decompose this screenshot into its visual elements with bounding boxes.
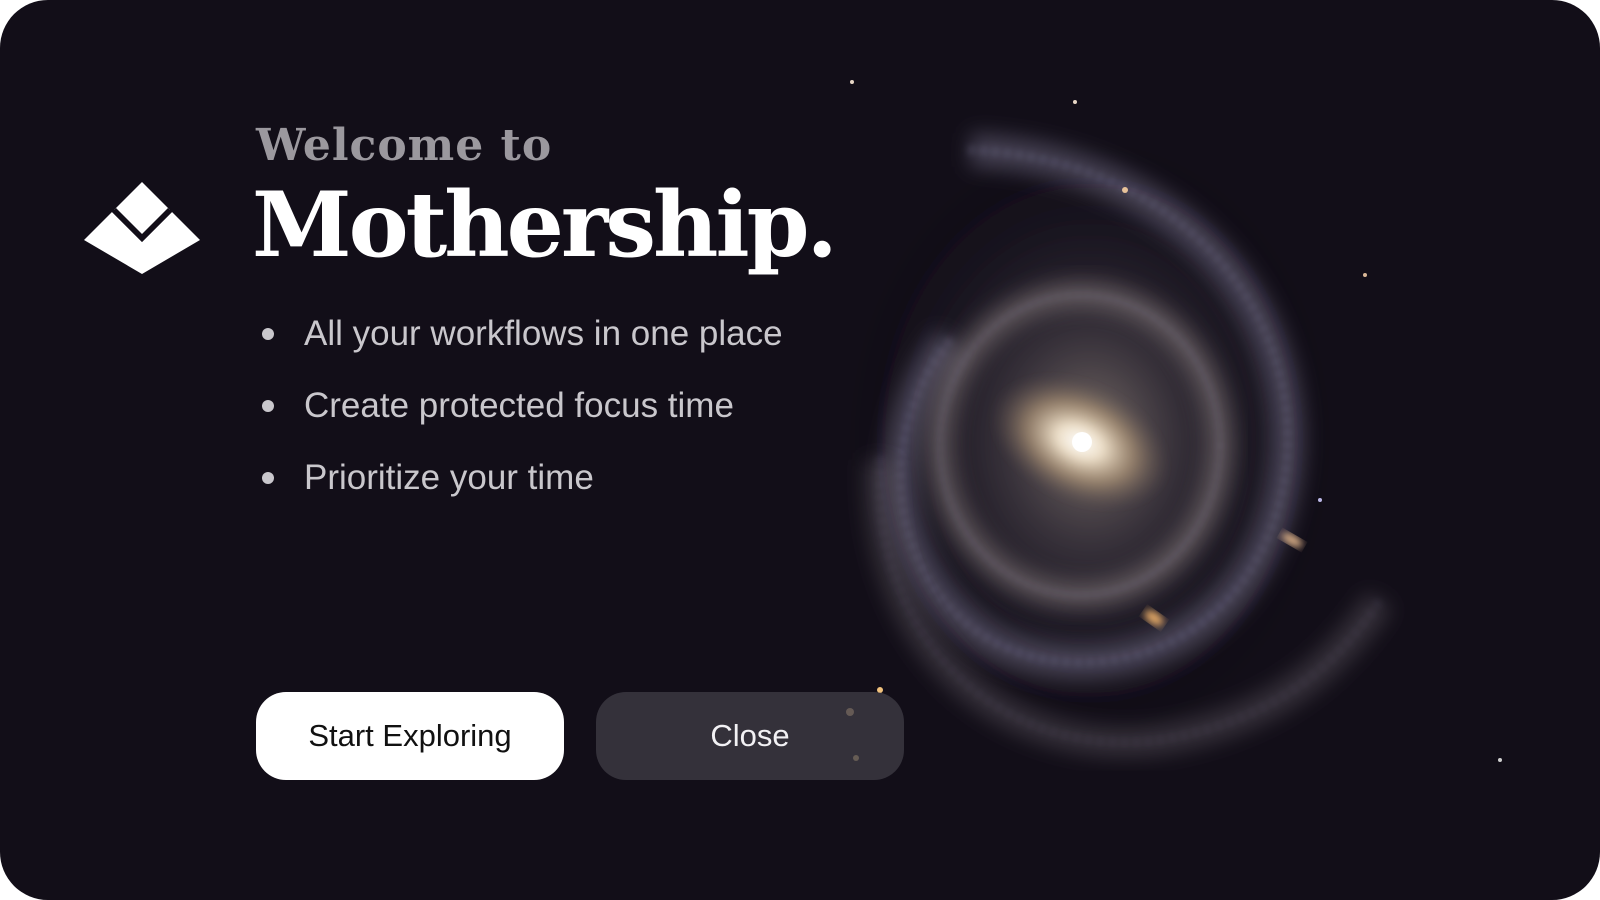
app-name-title: Mothership. [252,172,838,278]
list-item: All your workflows in one place [262,312,783,384]
bullet-dot-icon [262,328,274,340]
bullet-dot-icon [262,472,274,484]
start-exploring-button[interactable]: Start Exploring [256,692,564,780]
feature-text: Prioritize your time [304,458,594,497]
list-item: Create protected focus time [262,384,783,456]
list-item: Prioritize your time [262,456,783,528]
bullet-dot-icon [262,400,274,412]
feature-list: All your workflows in one place Create p… [262,312,783,528]
welcome-heading: Welcome to [256,120,553,171]
close-button[interactable]: Close [596,692,904,780]
welcome-dialog: Welcome to Mothership. All your workflow… [0,0,1600,900]
feature-text: Create protected focus time [304,386,734,425]
mothership-logo-icon [84,182,200,274]
feature-text: All your workflows in one place [304,314,783,353]
